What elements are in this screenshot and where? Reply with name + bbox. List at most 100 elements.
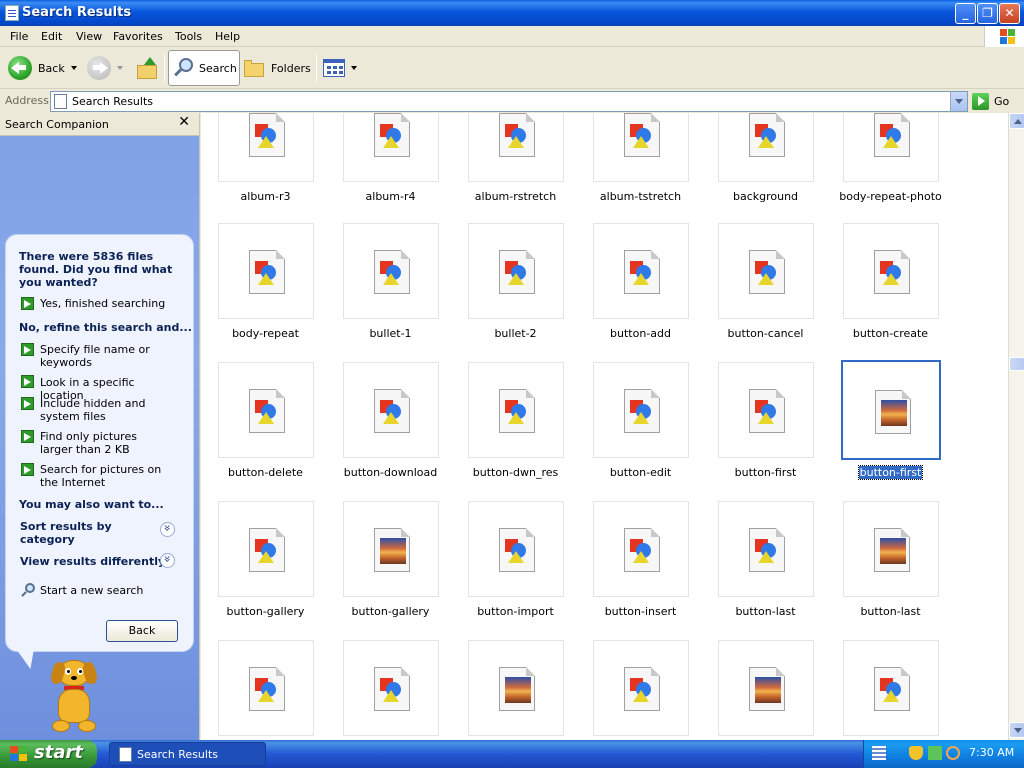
file-name[interactable]: button-delete [203, 466, 328, 479]
scroll-down-button[interactable] [1009, 722, 1024, 738]
chevron-down-icon [351, 66, 357, 70]
menu-tools[interactable]: Tools [175, 30, 202, 43]
green-arrow-icon [21, 375, 34, 388]
file-name[interactable]: body-repeat [203, 327, 328, 340]
refine-filename-link[interactable]: Specify file name or keywords [40, 343, 165, 369]
security-shield-icon[interactable] [909, 746, 923, 760]
close-pane-icon[interactable]: ✕ [178, 114, 190, 130]
view-results-link[interactable]: View results differently [20, 555, 165, 568]
file-name[interactable]: album-rstretch [453, 190, 578, 203]
address-dropdown-button[interactable] [950, 92, 967, 111]
file-name[interactable]: button-download [328, 466, 453, 479]
maximize-button[interactable]: ❐ [977, 3, 998, 24]
yes-finished-link[interactable]: Yes, finished searching [40, 297, 165, 310]
new-search-link[interactable]: Start a new search [40, 584, 143, 597]
file-name[interactable]: album-r4 [328, 190, 453, 203]
file-name[interactable]: button-gallery [328, 605, 453, 618]
expand-chevron-icon[interactable] [160, 553, 175, 568]
file-tile[interactable] [718, 501, 814, 597]
file-tile[interactable] [218, 223, 314, 319]
file-name[interactable]: button-first [828, 465, 953, 480]
views-button[interactable] [323, 50, 357, 86]
refine-internet-pictures-link[interactable]: Search for pictures on the Internet [40, 463, 175, 489]
menu-view[interactable]: View [76, 30, 102, 43]
file-tile[interactable] [843, 113, 939, 182]
expand-chevron-icon[interactable] [160, 522, 175, 537]
scroll-up-button[interactable] [1009, 113, 1024, 129]
file-tile[interactable] [468, 113, 564, 182]
menu-file[interactable]: File [10, 30, 28, 43]
file-name[interactable]: button-dwn_res [453, 466, 578, 479]
search-tray-icon[interactable] [946, 746, 960, 760]
up-folder-button[interactable] [135, 50, 159, 86]
file-tile[interactable] [718, 640, 814, 736]
image-file-icon [249, 113, 285, 157]
vertical-scrollbar[interactable] [1008, 113, 1024, 740]
companion-back-button[interactable]: Back [106, 620, 178, 642]
file-tile[interactable] [593, 640, 689, 736]
file-tile[interactable] [593, 362, 689, 458]
close-button[interactable]: ✕ [999, 3, 1020, 24]
search-dog-icon[interactable] [44, 660, 104, 736]
file-name[interactable]: button-gallery [203, 605, 328, 618]
file-tile[interactable] [468, 362, 564, 458]
menu-edit[interactable]: Edit [41, 30, 62, 43]
menu-favorites[interactable]: Favorites [113, 30, 163, 43]
file-name[interactable]: body-repeat-photo [828, 190, 953, 203]
file-tile[interactable] [343, 113, 439, 182]
forward-button[interactable] [87, 50, 123, 86]
address-input[interactable]: Search Results [50, 91, 968, 112]
file-name[interactable]: background [703, 190, 828, 203]
folders-button[interactable]: Folders [243, 50, 311, 86]
file-name[interactable]: bullet-2 [453, 327, 578, 340]
file-tile[interactable] [218, 640, 314, 736]
file-name[interactable]: button-insert [578, 605, 703, 618]
file-tile[interactable] [841, 360, 941, 460]
search-button[interactable]: Search [168, 50, 240, 86]
file-tile[interactable] [843, 223, 939, 319]
file-tile[interactable] [718, 362, 814, 458]
file-tile[interactable] [468, 501, 564, 597]
go-button[interactable]: Go [972, 92, 1009, 111]
refine-hidden-files-link[interactable]: Include hidden and system files [40, 397, 180, 423]
file-tile[interactable] [718, 113, 814, 182]
file-tile[interactable] [218, 501, 314, 597]
file-tile[interactable] [468, 223, 564, 319]
file-name[interactable]: button-create [828, 327, 953, 340]
file-tile[interactable] [343, 362, 439, 458]
file-tile[interactable] [718, 223, 814, 319]
back-button[interactable]: Back [8, 50, 77, 86]
file-name[interactable]: bullet-1 [328, 327, 453, 340]
sort-results-link[interactable]: Sort results by category [20, 520, 130, 546]
file-tile[interactable] [343, 640, 439, 736]
file-name[interactable]: button-import [453, 605, 578, 618]
file-tile[interactable] [343, 501, 439, 597]
menu-help[interactable]: Help [215, 30, 240, 43]
taskbar-item-search-results[interactable]: Search Results [109, 742, 266, 766]
file-tile[interactable] [843, 640, 939, 736]
network-icon[interactable] [928, 746, 942, 760]
file-name[interactable]: button-first [703, 466, 828, 479]
file-tile[interactable] [218, 113, 314, 182]
file-name[interactable]: button-edit [578, 466, 703, 479]
file-tile[interactable] [468, 640, 564, 736]
file-name[interactable]: button-cancel [703, 327, 828, 340]
file-name[interactable]: album-r3 [203, 190, 328, 203]
minimize-button[interactable]: _ [955, 3, 976, 24]
start-button[interactable]: start [0, 740, 97, 768]
file-tile[interactable] [843, 501, 939, 597]
file-name[interactable]: button-last [703, 605, 828, 618]
file-name[interactable]: button-last [828, 605, 953, 618]
refine-pictures-larger-link[interactable]: Find only pictures larger than 2 KB [40, 430, 170, 456]
scroll-thumb[interactable] [1009, 357, 1024, 371]
file-tile[interactable] [218, 362, 314, 458]
file-name[interactable]: album-tstretch [578, 190, 703, 203]
file-name[interactable]: button-add [578, 327, 703, 340]
title-bar[interactable]: Search Results _ ❐ ✕ [0, 0, 1024, 26]
file-tile[interactable] [593, 501, 689, 597]
file-tile[interactable] [593, 223, 689, 319]
file-tile[interactable] [593, 113, 689, 182]
keyboard-icon[interactable] [872, 746, 886, 760]
search-results-view[interactable]: album-r3 album-r4 album-rstretch album-tstr… [201, 113, 1008, 740]
file-tile[interactable] [343, 223, 439, 319]
